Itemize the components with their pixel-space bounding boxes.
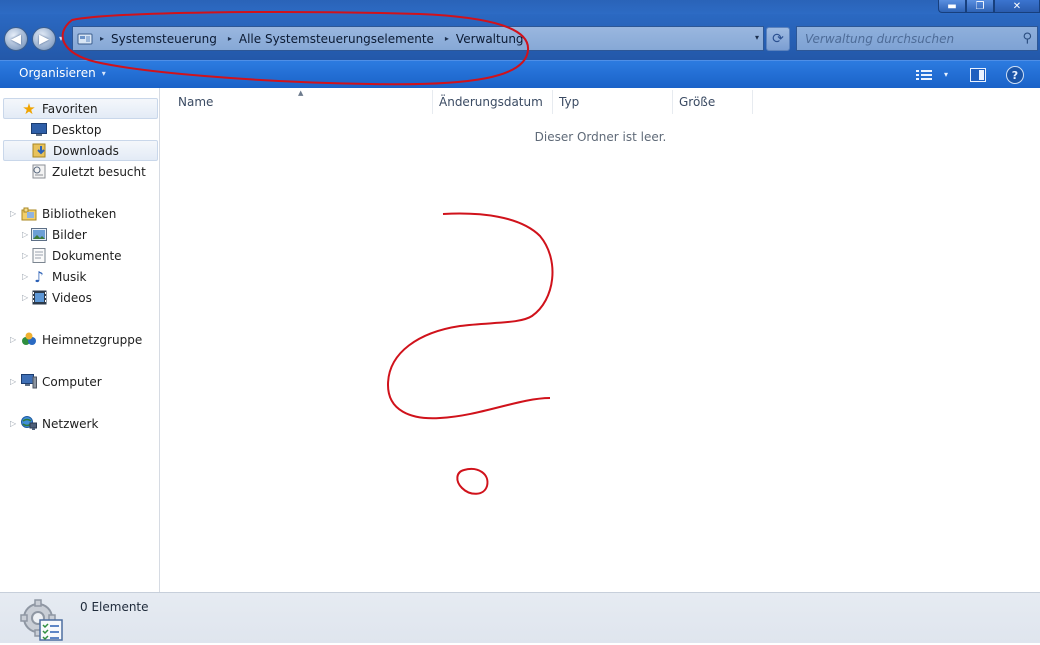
column-header-label: Änderungsdatum bbox=[439, 95, 543, 109]
sidebar-item-videos[interactable]: Videos bbox=[30, 287, 92, 308]
address-bar[interactable]: ▸ Systemsteuerung ▸ Alle Systemsteuerung… bbox=[72, 26, 764, 51]
column-header-type[interactable]: Typ bbox=[553, 90, 673, 114]
breadcrumb-separator-icon[interactable]: ▸ bbox=[228, 34, 232, 43]
back-arrow-icon: ◀ bbox=[11, 31, 21, 47]
breadcrumb-item[interactable]: ▸ Alle Systemsteuerungselemente bbox=[217, 27, 434, 50]
sidebar-item-label: Heimnetzgruppe bbox=[42, 332, 143, 347]
view-dropdown-icon[interactable]: ▾ bbox=[940, 66, 952, 83]
expand-arrow-icon[interactable]: ▷ bbox=[10, 209, 16, 218]
music-note-icon: ♪ bbox=[34, 267, 44, 286]
sidebar-item-label: Netzwerk bbox=[42, 416, 99, 431]
command-bar: Organisieren ▾ ▾ ? bbox=[0, 60, 1040, 88]
organize-label: Organisieren bbox=[19, 66, 96, 80]
recent-places-icon bbox=[30, 164, 48, 180]
sidebar-item-label: Favoriten bbox=[42, 101, 98, 116]
chevron-down-icon: ▾ bbox=[101, 68, 106, 78]
minimize-button[interactable]: ▬ bbox=[938, 0, 966, 13]
sidebar-item-downloads[interactable]: Downloads bbox=[3, 140, 158, 161]
sidebar-item-label: Bibliotheken bbox=[42, 206, 117, 221]
sidebar-item-label: Dokumente bbox=[52, 248, 122, 263]
help-button[interactable]: ? bbox=[1006, 66, 1024, 84]
sidebar-item-homegroup[interactable]: Heimnetzgruppe bbox=[20, 329, 142, 350]
sidebar-item-desktop[interactable]: Desktop bbox=[30, 119, 102, 140]
breadcrumb-separator-icon[interactable]: ▸ bbox=[445, 34, 449, 43]
column-header-modified[interactable]: Änderungsdatum bbox=[433, 90, 553, 114]
column-header-label: Typ bbox=[559, 95, 580, 109]
sidebar-item-label: Zuletzt besucht bbox=[52, 164, 146, 179]
recent-pages-dropdown[interactable]: ▾ bbox=[59, 34, 63, 43]
breadcrumb-separator-icon[interactable]: ▸ bbox=[100, 34, 104, 43]
refresh-button[interactable]: ⟳ bbox=[766, 27, 790, 51]
expand-arrow-icon[interactable]: ▷ bbox=[22, 230, 28, 239]
close-icon: ✕ bbox=[1012, 0, 1022, 12]
network-icon bbox=[20, 416, 38, 432]
sidebar-item-label: Musik bbox=[52, 269, 87, 284]
details-view-icon bbox=[916, 69, 932, 80]
expand-arrow-icon[interactable]: ▷ bbox=[22, 293, 28, 302]
refresh-icon: ⟳ bbox=[772, 31, 784, 47]
expand-arrow-icon[interactable]: ▷ bbox=[22, 272, 28, 281]
control-panel-icon[interactable] bbox=[73, 27, 97, 50]
sidebar-item-computer[interactable]: Computer bbox=[20, 371, 102, 392]
sidebar-item-music[interactable]: ♪ Musik bbox=[30, 266, 87, 287]
forward-button[interactable]: ▶ bbox=[32, 27, 56, 51]
sidebar-item-recent[interactable]: Zuletzt besucht bbox=[30, 161, 146, 182]
title-bar bbox=[0, 0, 1040, 14]
minimize-icon: ▬ bbox=[947, 0, 957, 12]
item-count: 0 Elemente bbox=[80, 600, 149, 614]
sidebar-item-label: Desktop bbox=[52, 122, 102, 137]
back-button[interactable]: ◀ bbox=[4, 27, 28, 51]
computer-icon bbox=[20, 374, 38, 390]
maximize-button[interactable]: ❐ bbox=[966, 0, 994, 13]
navigation-pane: ★ Favoriten Desktop Downloads Zuletzt be… bbox=[0, 88, 160, 592]
organize-button[interactable]: Organisieren ▾ bbox=[19, 66, 106, 80]
forward-arrow-icon: ▶ bbox=[39, 31, 49, 47]
star-icon: ★ bbox=[22, 99, 36, 118]
sidebar-item-label: Bilder bbox=[52, 227, 87, 242]
homegroup-icon bbox=[20, 332, 38, 348]
libraries-icon bbox=[20, 206, 38, 222]
breadcrumb-item[interactable]: ▸ Systemsteuerung bbox=[97, 27, 217, 50]
breadcrumb-label[interactable]: Systemsteuerung bbox=[111, 32, 217, 46]
preview-pane-icon bbox=[970, 67, 986, 82]
search-icon[interactable]: ⚲ bbox=[1022, 31, 1032, 46]
breadcrumb-item[interactable]: ▸ Verwaltung bbox=[434, 27, 524, 50]
desktop-icon bbox=[30, 122, 48, 138]
column-header-label: Name bbox=[178, 95, 214, 109]
empty-folder-message: Dieser Ordner ist leer. bbox=[534, 130, 667, 144]
expand-arrow-icon[interactable]: ▷ bbox=[22, 251, 28, 260]
help-icon: ? bbox=[1011, 68, 1019, 82]
expand-arrow-icon[interactable]: ▷ bbox=[10, 419, 16, 428]
sidebar-item-documents[interactable]: Dokumente bbox=[30, 245, 122, 266]
column-header-size[interactable]: Größe bbox=[673, 90, 753, 114]
video-film-icon bbox=[30, 290, 48, 306]
sidebar-item-label: Videos bbox=[52, 290, 92, 305]
pictures-icon bbox=[30, 227, 48, 243]
sidebar-item-favorites[interactable]: ★ Favoriten bbox=[3, 98, 158, 119]
downloads-folder-icon bbox=[31, 143, 49, 159]
status-bar: 0 Elemente bbox=[0, 592, 1040, 643]
view-options-button[interactable] bbox=[914, 66, 934, 83]
close-button[interactable]: ✕ bbox=[994, 0, 1040, 13]
administrative-tools-icon bbox=[20, 598, 64, 642]
address-row: ◀ ▶ ▾ ▸ Systemsteuerung ▸ Alle Systemste… bbox=[0, 14, 1040, 60]
file-list[interactable]: ▲ Name Änderungsdatum Typ Größe Dieser O… bbox=[161, 88, 1040, 592]
sidebar-item-label: Downloads bbox=[53, 143, 119, 158]
preview-pane-button[interactable] bbox=[968, 66, 988, 83]
search-box[interactable]: ⚲ bbox=[796, 26, 1038, 51]
search-input[interactable] bbox=[805, 31, 1017, 46]
sidebar-item-pictures[interactable]: Bilder bbox=[30, 224, 87, 245]
sidebar-item-network[interactable]: Netzwerk bbox=[20, 413, 98, 434]
breadcrumb-label[interactable]: Verwaltung bbox=[456, 32, 524, 46]
expand-arrow-icon[interactable]: ▷ bbox=[10, 335, 16, 344]
expand-arrow-icon[interactable]: ▷ bbox=[10, 377, 16, 386]
documents-icon bbox=[30, 248, 48, 264]
column-header-name[interactable]: Name bbox=[161, 90, 433, 114]
sidebar-item-label: Computer bbox=[42, 374, 102, 389]
maximize-icon: ❐ bbox=[975, 0, 985, 12]
breadcrumb-label[interactable]: Alle Systemsteuerungselemente bbox=[239, 32, 434, 46]
column-header-label: Größe bbox=[679, 95, 716, 109]
address-dropdown-icon[interactable]: ▾ bbox=[755, 33, 759, 42]
sidebar-item-libraries[interactable]: Bibliotheken bbox=[20, 203, 116, 224]
